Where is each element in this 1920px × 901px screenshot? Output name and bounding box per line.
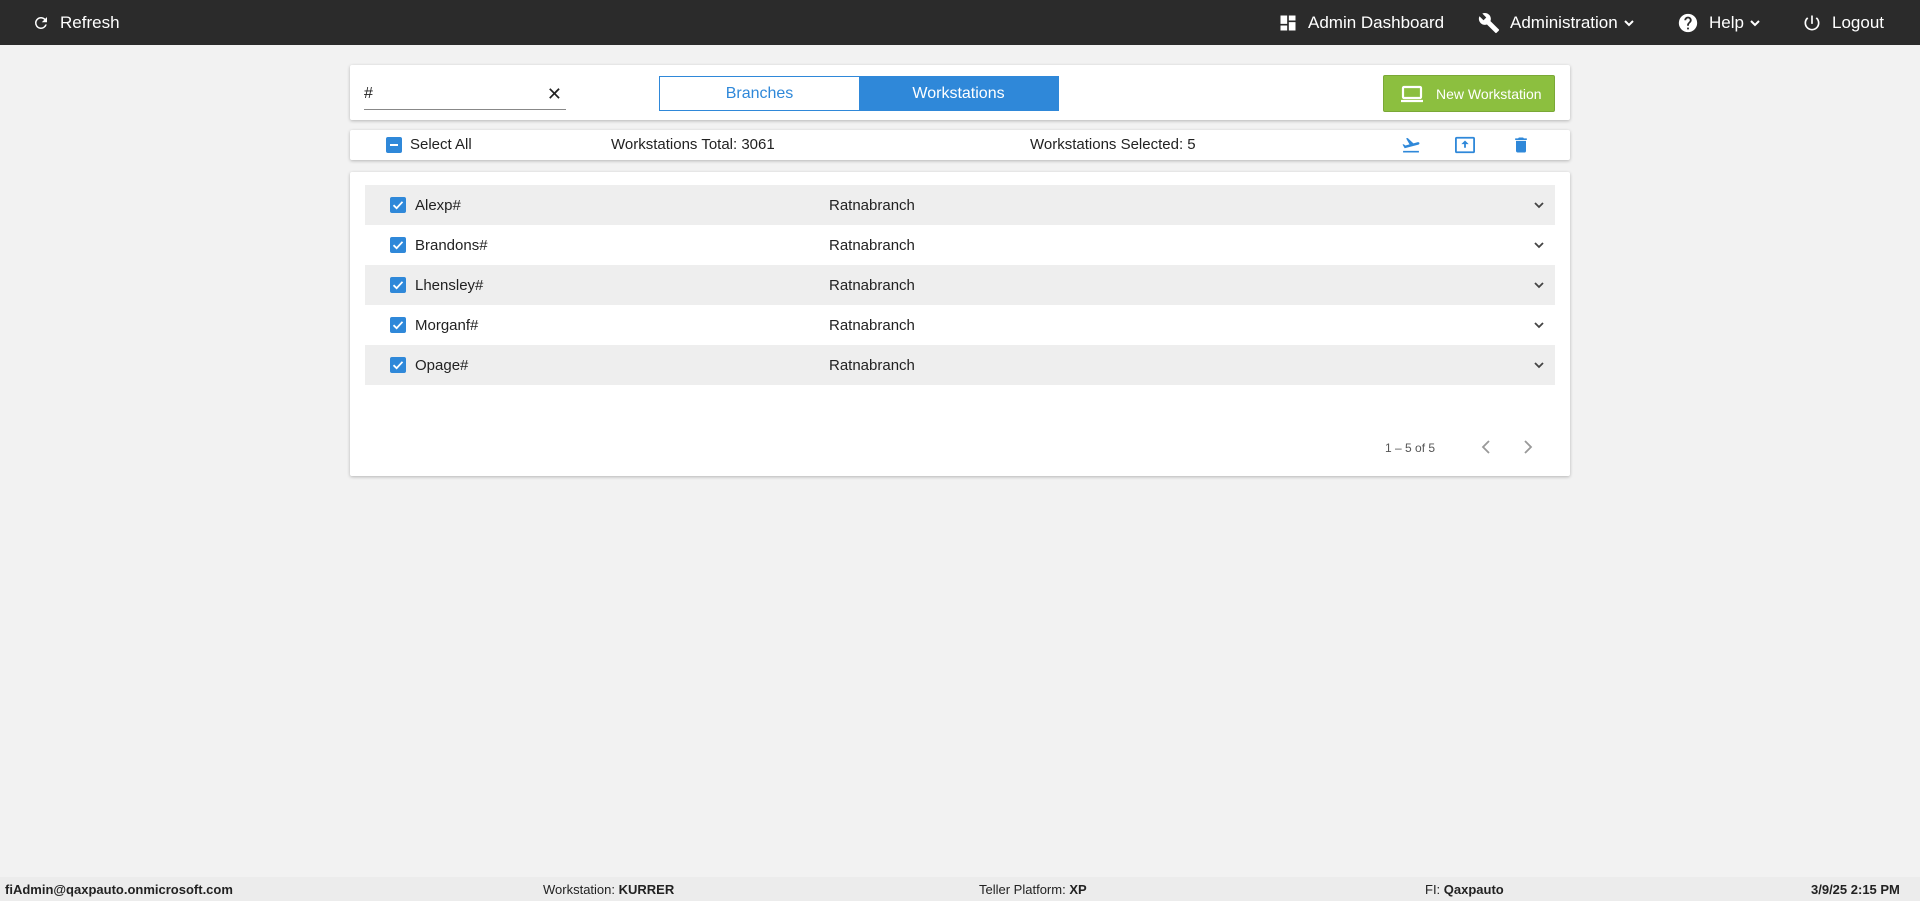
row-checkbox[interactable] bbox=[390, 197, 406, 213]
workstations-total: Workstations Total: 3061 bbox=[611, 136, 775, 153]
check-icon bbox=[392, 241, 404, 250]
row-checkbox[interactable] bbox=[390, 317, 406, 333]
power-icon bbox=[1804, 15, 1820, 30]
airplane-takeoff-icon bbox=[1402, 137, 1420, 153]
footer-workstation-label: Workstation: bbox=[543, 882, 619, 897]
check-icon bbox=[392, 201, 404, 210]
pagination-range: 1 – 5 of 5 bbox=[1385, 441, 1436, 455]
list-item[interactable]: Brandons# Ratnabranch bbox=[365, 225, 1555, 265]
footer-workstation-value: KURRER bbox=[618, 882, 675, 897]
workstation-name: Opage# bbox=[415, 356, 469, 374]
footer-teller-platform-value: XP bbox=[1069, 882, 1087, 897]
chevron-down-icon[interactable] bbox=[1533, 199, 1545, 211]
footer-datetime: 3/9/25 2:15 PM bbox=[1811, 882, 1900, 897]
selection-bar: Select All Workstations Total: 3061 Work… bbox=[350, 130, 1570, 160]
row-checkbox[interactable] bbox=[390, 277, 406, 293]
workstation-name: Lhensley# bbox=[415, 276, 484, 294]
workstation-branch: Ratnabranch bbox=[829, 316, 915, 334]
workstations-selected: Workstations Selected: 5 bbox=[1030, 136, 1196, 153]
logout-button[interactable]: Logout bbox=[1802, 0, 1884, 45]
chevron-down-icon bbox=[1624, 19, 1634, 26]
move-workstations-button[interactable] bbox=[1400, 135, 1422, 155]
search-input[interactable] bbox=[364, 79, 534, 109]
logout-label: Logout bbox=[1832, 12, 1884, 32]
chevron-down-icon bbox=[1750, 19, 1760, 26]
chevron-down-icon[interactable] bbox=[1533, 319, 1545, 331]
search-box: ✕ bbox=[364, 79, 566, 110]
new-workstation-label: New Workstation bbox=[1436, 85, 1542, 102]
workstation-name: Alexp# bbox=[415, 196, 461, 214]
admin-dashboard-label: Admin Dashboard bbox=[1308, 12, 1445, 32]
wrench-icon bbox=[1478, 12, 1500, 33]
footer-fi-value: Qaxpauto bbox=[1443, 882, 1504, 897]
refresh-icon bbox=[34, 16, 47, 29]
select-all-checkbox[interactable]: Select All bbox=[386, 136, 472, 153]
laptop-icon bbox=[1401, 85, 1423, 102]
new-workstation-button[interactable]: New Workstation bbox=[1383, 75, 1555, 112]
footer-fi-label: FI: bbox=[1425, 882, 1444, 897]
row-checkbox[interactable] bbox=[390, 357, 406, 373]
list-item[interactable]: Lhensley# Ratnabranch bbox=[365, 265, 1555, 305]
workstation-list: Alexp# Ratnabranch Brandons# Ratnabranch… bbox=[350, 172, 1570, 476]
administration-menu[interactable]: Administration bbox=[1478, 0, 1634, 45]
workstation-branch: Ratnabranch bbox=[829, 356, 915, 374]
refresh-button[interactable]: Refresh bbox=[32, 0, 120, 45]
chevron-down-icon[interactable] bbox=[1533, 359, 1545, 371]
check-icon bbox=[392, 361, 404, 370]
workstation-branch: Ratnabranch bbox=[829, 196, 915, 214]
footer-fi: FI: Qaxpauto bbox=[1425, 882, 1504, 897]
admin-dashboard-link[interactable]: Admin Dashboard bbox=[1278, 0, 1444, 45]
tab-branches[interactable]: Branches bbox=[660, 77, 859, 110]
top-bar: Refresh Admin Dashboard Administration H… bbox=[0, 0, 1920, 45]
check-icon bbox=[392, 321, 404, 330]
status-footer: fiAdmin@qaxpauto.onmicrosoft.com Worksta… bbox=[0, 877, 1920, 901]
check-icon bbox=[392, 281, 404, 290]
export-workstations-button[interactable] bbox=[1454, 135, 1476, 155]
workstation-name: Brandons# bbox=[415, 236, 488, 254]
dashboard-icon bbox=[1280, 15, 1296, 30]
help-label: Help bbox=[1709, 12, 1744, 32]
help-icon bbox=[1678, 13, 1698, 32]
delete-workstations-button[interactable] bbox=[1510, 135, 1532, 155]
list-item[interactable]: Opage# Ratnabranch bbox=[365, 345, 1555, 385]
footer-teller-platform-label: Teller Platform: bbox=[979, 882, 1070, 897]
chevron-left-icon[interactable] bbox=[1479, 438, 1495, 456]
upload-box-icon bbox=[1455, 136, 1475, 154]
footer-user: fiAdmin@qaxpauto.onmicrosoft.com bbox=[5, 882, 233, 897]
refresh-label: Refresh bbox=[60, 12, 120, 32]
trash-icon bbox=[1515, 137, 1527, 153]
tab-workstations[interactable]: Workstations bbox=[859, 77, 1058, 110]
list-item[interactable]: Alexp# Ratnabranch bbox=[365, 185, 1555, 225]
view-tabs: Branches Workstations bbox=[659, 76, 1059, 111]
footer-teller-platform: Teller Platform: XP bbox=[979, 882, 1087, 897]
footer-workstation: Workstation: KURRER bbox=[543, 882, 674, 897]
select-all-label: Select All bbox=[410, 136, 472, 153]
row-checkbox[interactable] bbox=[390, 237, 406, 253]
workstation-name: Morganf# bbox=[415, 316, 479, 334]
toolbar-panel: ✕ Branches Workstations New Workstation bbox=[350, 65, 1570, 120]
clear-search-icon[interactable]: ✕ bbox=[547, 85, 562, 103]
workstation-branch: Ratnabranch bbox=[829, 236, 915, 254]
chevron-right-icon[interactable] bbox=[1519, 438, 1535, 456]
chevron-down-icon[interactable] bbox=[1533, 279, 1545, 291]
list-item[interactable]: Morganf# Ratnabranch bbox=[365, 305, 1555, 345]
chevron-down-icon[interactable] bbox=[1533, 239, 1545, 251]
indeterminate-checkbox-icon bbox=[386, 136, 402, 153]
workstation-branch: Ratnabranch bbox=[829, 276, 915, 294]
administration-label: Administration bbox=[1510, 12, 1618, 32]
help-menu[interactable]: Help bbox=[1677, 0, 1760, 45]
